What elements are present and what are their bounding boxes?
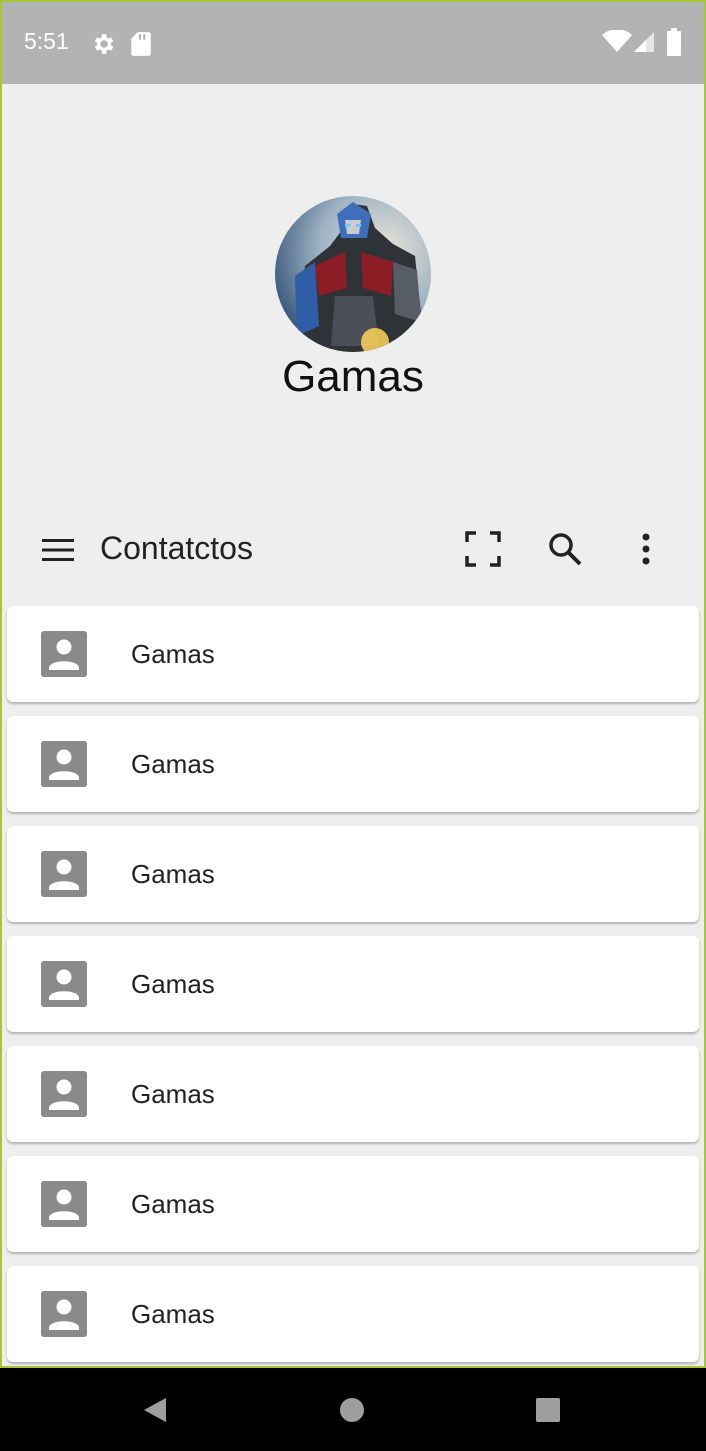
gear-icon [94, 34, 114, 54]
menu-icon[interactable] [40, 536, 76, 564]
contact-list: Gamas Gamas Gamas Gamas Gamas Gamas Gamas [7, 606, 699, 1366]
sd-card-icon [131, 32, 151, 56]
wifi-icon [602, 30, 632, 52]
signal-icon [634, 32, 654, 52]
contact-name: Gamas [131, 859, 215, 889]
contact-card[interactable]: Gamas [7, 606, 699, 702]
toolbar: Contatctos [2, 504, 704, 596]
contact-name: Gamas [131, 749, 215, 779]
home-icon[interactable] [338, 1396, 366, 1424]
recents-icon[interactable] [534, 1396, 562, 1424]
contact-name: Gamas [131, 969, 215, 999]
contact-portrait-icon [41, 631, 87, 677]
profile-header: Gamas [2, 84, 704, 504]
more-vert-icon[interactable] [632, 530, 660, 568]
contact-name: Gamas [131, 1079, 215, 1109]
contact-card[interactable]: Gamas [7, 1156, 699, 1252]
back-icon[interactable] [138, 1396, 172, 1424]
contact-card[interactable]: Gamas [7, 1046, 699, 1142]
scan-icon[interactable] [464, 530, 502, 568]
contact-name: Gamas [131, 1189, 215, 1219]
contact-portrait-icon [41, 1181, 87, 1227]
status-time: 5:51 [24, 28, 69, 54]
profile-name: Gamas [282, 352, 424, 401]
app-frame: 5:51 Gamas Contatctos Gamas Gamas Gamas … [0, 0, 706, 1368]
status-bar: 5:51 [2, 2, 704, 84]
battery-icon [667, 28, 681, 56]
contact-portrait-icon [41, 741, 87, 787]
contact-name: Gamas [131, 1299, 215, 1329]
contact-card[interactable]: Gamas [7, 936, 699, 1032]
toolbar-title: Contatctos [100, 530, 253, 566]
robot-avatar-image [275, 196, 431, 352]
contact-portrait-icon [41, 1071, 87, 1117]
avatar[interactable] [275, 196, 431, 352]
contact-card[interactable]: Gamas [7, 716, 699, 812]
contact-portrait-icon [41, 1291, 87, 1337]
contact-portrait-icon [41, 961, 87, 1007]
contact-card[interactable]: Gamas [7, 1266, 699, 1362]
contact-name: Gamas [131, 639, 215, 669]
search-icon[interactable] [546, 530, 584, 568]
nav-bar [0, 1368, 706, 1451]
contact-portrait-icon [41, 851, 87, 897]
contact-card[interactable]: Gamas [7, 826, 699, 922]
